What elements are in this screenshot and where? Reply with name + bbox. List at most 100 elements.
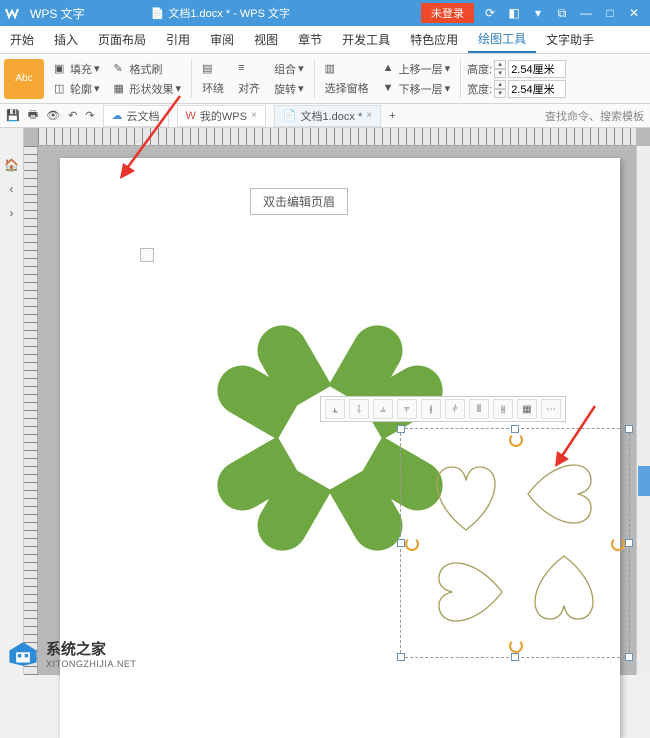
- align-middle-icon[interactable]: ⫲: [421, 399, 441, 419]
- add-tab-button[interactable]: +: [389, 110, 395, 122]
- ribbon: Abc ▣填充▾ ◫轮廓▾ ✎格式刷 ▦形状效果▾ ▤ 环绕 ≡ 对齐 组合▾ …: [0, 54, 650, 104]
- resize-handle[interactable]: [397, 425, 405, 433]
- tab-view[interactable]: 视图: [244, 31, 288, 48]
- format-brush-button[interactable]: ✎格式刷: [110, 60, 186, 78]
- tab-drawing-tools[interactable]: 绘图工具: [468, 26, 536, 53]
- header-edit-hint[interactable]: 双击编辑页眉: [250, 188, 348, 215]
- close-button[interactable]: ✕: [626, 6, 642, 21]
- document-page[interactable]: 双击编辑页眉 ⫠ ⫱ ⫨ ⫧ ⫲ ⫩ ⫴ ⫵ ▦ ⋯: [60, 158, 620, 738]
- sync-icon[interactable]: ⟳: [482, 6, 498, 21]
- align-center-icon[interactable]: ⫱: [349, 399, 369, 419]
- scrollbar-vertical[interactable]: [636, 146, 650, 675]
- resize-handle[interactable]: [397, 653, 405, 661]
- group-button[interactable]: 组合▾: [270, 60, 308, 78]
- print-icon[interactable]: 🖶: [28, 106, 38, 125]
- close-icon[interactable]: ×: [251, 110, 257, 121]
- ruler-horizontal[interactable]: [38, 128, 636, 146]
- distribute-h-icon[interactable]: ⫴: [469, 399, 489, 419]
- my-wps-tab[interactable]: W我的WPS×: [177, 105, 266, 127]
- width-input[interactable]: [508, 80, 566, 98]
- move-down-button[interactable]: ▼下移一层▾: [379, 80, 455, 98]
- height-label: 高度:: [467, 61, 492, 77]
- align-top-icon[interactable]: ⫧: [397, 399, 417, 419]
- more-icon[interactable]: ⋯: [541, 399, 561, 419]
- resize-handle[interactable]: [625, 653, 633, 661]
- tab-text-helper[interactable]: 文字助手: [536, 31, 604, 48]
- watermark-url: XITONGZHIJIA.NET: [46, 659, 136, 669]
- ruler-vertical[interactable]: [24, 146, 38, 675]
- outline-button[interactable]: ◫轮廓▾: [50, 80, 104, 98]
- outline-heart-shape[interactable]: [519, 449, 609, 539]
- tab-start[interactable]: 开始: [0, 31, 44, 48]
- rotate-handle[interactable]: [405, 537, 419, 551]
- document-tab[interactable]: 📄文档1.docx *×: [274, 105, 381, 127]
- up-icon: ▲: [383, 62, 397, 76]
- effects-icon: ▦: [114, 82, 128, 96]
- width-up[interactable]: ▴: [494, 80, 506, 89]
- save-icon[interactable]: 💾: [6, 109, 20, 122]
- pane-icon: ▥: [325, 62, 339, 76]
- equal-size-icon[interactable]: ▦: [517, 399, 537, 419]
- doc-title: 文档1.docx * - WPS 文字: [168, 5, 290, 21]
- titlebar: WPS 文字 📄 文档1.docx * - WPS 文字 未登录 ⟳ ◧ ▾ ⧉…: [0, 0, 650, 26]
- height-down[interactable]: ▾: [494, 69, 506, 78]
- tab-references[interactable]: 引用: [156, 31, 200, 48]
- height-up[interactable]: ▴: [494, 60, 506, 69]
- rotate-handle[interactable]: [611, 537, 625, 551]
- resize-handle[interactable]: [511, 425, 519, 433]
- rotate-button[interactable]: 旋转▾: [270, 80, 308, 98]
- maximize-button[interactable]: □: [602, 6, 618, 21]
- distribute-v-icon[interactable]: ⫵: [493, 399, 513, 419]
- wrap-label[interactable]: 环绕: [198, 79, 228, 97]
- align-button[interactable]: ≡: [234, 61, 264, 77]
- align-label[interactable]: 对齐: [234, 79, 264, 97]
- fill-button[interactable]: ▣填充▾: [50, 60, 104, 78]
- minimize-button[interactable]: —: [578, 6, 594, 21]
- resize-handle[interactable]: [625, 425, 633, 433]
- tab-review[interactable]: 审阅: [200, 31, 244, 48]
- redo-icon[interactable]: ↷: [85, 109, 94, 122]
- tab-insert[interactable]: 插入: [44, 31, 88, 48]
- pin-icon[interactable]: ⧉: [554, 6, 570, 21]
- select-pane-button[interactable]: ▥: [321, 61, 373, 77]
- resize-handle[interactable]: [511, 653, 519, 661]
- resize-handle[interactable]: [625, 539, 633, 547]
- tab-special[interactable]: 特色应用: [400, 31, 468, 48]
- preview-icon[interactable]: 👁: [46, 109, 60, 122]
- outline-icon: ◫: [54, 82, 68, 96]
- search-box[interactable]: 查找命令、搜索模板: [545, 108, 644, 124]
- undo-icon[interactable]: ↶: [68, 109, 77, 122]
- chevron-icon[interactable]: ‹: [10, 182, 14, 196]
- resize-handle[interactable]: [397, 539, 405, 547]
- selected-shape-group[interactable]: [400, 428, 630, 658]
- align-right-icon[interactable]: ⫨: [373, 399, 393, 419]
- left-sidebar: 🏠 ‹ ›: [0, 128, 24, 675]
- login-button[interactable]: 未登录: [421, 3, 474, 23]
- skin-icon[interactable]: ◧: [506, 6, 522, 21]
- shape-style-preview[interactable]: Abc: [4, 59, 44, 99]
- close-icon[interactable]: ×: [366, 110, 372, 121]
- outline-heart-shape[interactable]: [421, 449, 511, 539]
- rotate-handle[interactable]: [509, 639, 523, 653]
- outline-heart-shape[interactable]: [519, 547, 609, 637]
- select-pane-label[interactable]: 选择窗格: [321, 79, 373, 97]
- height-input[interactable]: [508, 60, 566, 78]
- align-bottom-icon[interactable]: ⫩: [445, 399, 465, 419]
- tab-chapter[interactable]: 章节: [288, 31, 332, 48]
- cloud-doc-tab[interactable]: ☁云文档: [103, 105, 169, 127]
- move-up-button[interactable]: ▲上移一层▾: [379, 60, 455, 78]
- wrap-button[interactable]: ▤: [198, 61, 228, 77]
- chevron-icon[interactable]: ›: [10, 206, 14, 220]
- wps-logo-icon: [0, 1, 24, 25]
- scroll-thumb[interactable]: [638, 466, 650, 496]
- shape-effects-button[interactable]: ▦形状效果▾: [110, 80, 186, 98]
- nav-icon[interactable]: 🏠: [4, 158, 19, 172]
- tab-dev-tools[interactable]: 开发工具: [332, 31, 400, 48]
- width-down[interactable]: ▾: [494, 89, 506, 98]
- outline-heart-shape[interactable]: [421, 547, 511, 637]
- doc-icon: 📄: [283, 109, 297, 122]
- rotate-handle[interactable]: [509, 433, 523, 447]
- feedback-icon[interactable]: ▾: [530, 6, 546, 21]
- tab-page-layout[interactable]: 页面布局: [88, 31, 156, 48]
- align-left-icon[interactable]: ⫠: [325, 399, 345, 419]
